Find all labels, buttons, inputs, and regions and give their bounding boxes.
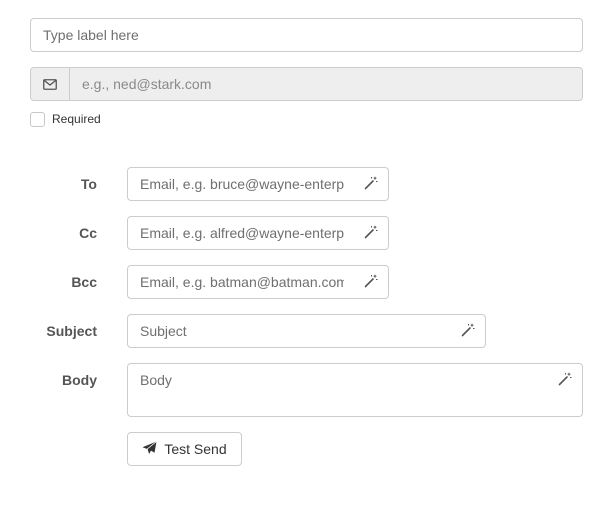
magic-wand-icon[interactable] bbox=[364, 225, 378, 239]
cc-label: Cc bbox=[79, 225, 97, 241]
to-field bbox=[127, 167, 389, 201]
body-label: Body bbox=[62, 372, 97, 388]
bcc-input[interactable] bbox=[128, 266, 356, 298]
test-send-button[interactable]: Test Send bbox=[127, 432, 242, 466]
cc-field bbox=[127, 216, 389, 250]
magic-wand-icon[interactable] bbox=[364, 176, 378, 190]
to-label: To bbox=[80, 176, 97, 192]
email-input[interactable] bbox=[70, 68, 582, 100]
cc-input[interactable] bbox=[128, 217, 356, 249]
body-textarea[interactable] bbox=[128, 364, 550, 416]
required-option[interactable]: Required bbox=[30, 110, 101, 128]
required-label: Required bbox=[52, 112, 101, 126]
label-input[interactable] bbox=[30, 18, 583, 52]
email-input-group bbox=[30, 67, 583, 101]
paper-plane-icon bbox=[142, 440, 158, 458]
bcc-label: Bcc bbox=[71, 274, 97, 290]
magic-wand-icon[interactable] bbox=[364, 274, 378, 288]
email-action-form: Required To Cc Bcc bbox=[0, 0, 598, 510]
subject-field bbox=[127, 314, 486, 348]
to-input[interactable] bbox=[128, 168, 356, 200]
magic-wand-icon[interactable] bbox=[461, 323, 475, 337]
body-field bbox=[127, 363, 583, 417]
envelope-icon bbox=[31, 68, 70, 100]
bcc-field bbox=[127, 265, 389, 299]
subject-input[interactable] bbox=[128, 315, 453, 347]
subject-label: Subject bbox=[46, 323, 97, 339]
required-checkbox[interactable] bbox=[30, 111, 45, 127]
test-send-label: Test Send bbox=[164, 441, 227, 457]
magic-wand-icon[interactable] bbox=[558, 372, 572, 386]
